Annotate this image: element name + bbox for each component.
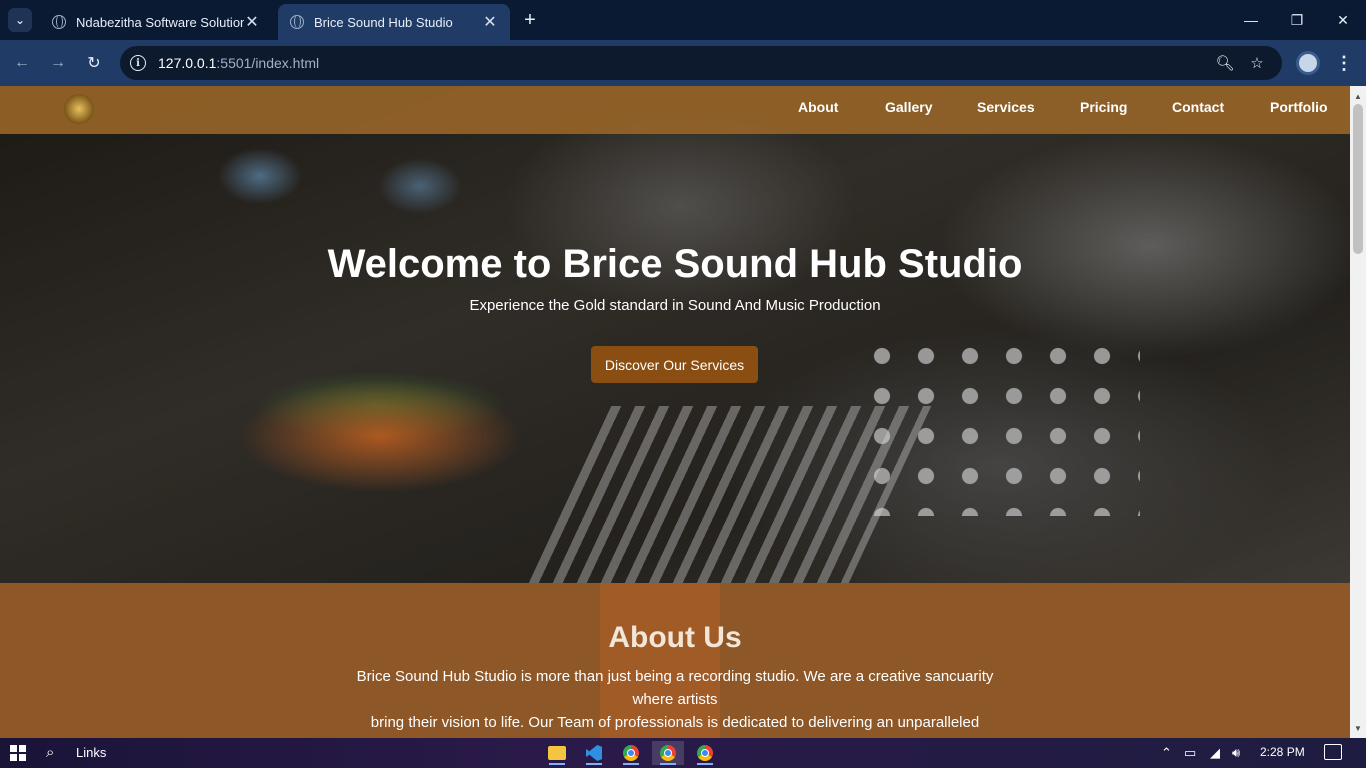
tab-title: Brice Sound Hub Studio [314,14,453,30]
zoom-icon[interactable]: 🔍︎ [1215,54,1234,72]
page-scrollbar[interactable]: ▲ ▼ [1350,86,1366,738]
wifi-icon[interactable]: ◢ [1210,745,1220,761]
minimize-icon[interactable]: — [1228,0,1274,40]
about-line: Brice Sound Hub Studio is more than just… [356,668,994,708]
tab-strip: ⌄ Ndabezitha Software Solutions ✕ Brice … [0,0,1366,40]
notification-icon[interactable] [1324,744,1342,760]
restore-icon[interactable]: ❐ [1274,0,1320,40]
about-text: Brice Sound Hub Studio is more than just… [340,665,1010,734]
hero-section: Welcome to Brice Sound Hub Studio Experi… [0,86,1350,583]
battery-icon[interactable]: ▭ [1184,745,1196,761]
tab-title: Ndabezitha Software Solutions [76,14,244,30]
close-tab-icon[interactable]: ✕ [482,12,498,32]
vscode-icon[interactable] [578,741,610,765]
nav-about[interactable]: About [798,99,838,115]
profile-avatar-icon[interactable] [1296,51,1320,75]
browser-menu-icon[interactable]: ⋮ [1334,51,1354,75]
scroll-down-icon[interactable]: ▼ [1350,720,1366,736]
url-text[interactable]: 127.0.0.1:5501/index.html [158,55,319,71]
page-viewport: About Gallery Services Pricing Contact P… [0,86,1350,738]
globe-icon [52,15,66,29]
nav-gallery[interactable]: Gallery [885,99,932,115]
chrome-icon[interactable] [615,741,647,765]
tab-ndabezitha[interactable]: Ndabezitha Software Solutions ✕ [40,4,272,40]
discover-services-button[interactable]: Discover Our Services [591,346,758,383]
back-icon[interactable]: ← [10,51,34,75]
windows-start-icon[interactable] [10,745,26,761]
about-title: About Us [608,621,742,654]
close-window-icon[interactable]: ✕ [1320,0,1366,40]
hero-title: Welcome to Brice Sound Hub Studio [327,242,1023,286]
bookmark-star-icon[interactable]: ☆ [1248,54,1266,72]
globe-icon [290,15,304,29]
close-tab-icon[interactable]: ✕ [244,12,260,32]
tab-search-icon[interactable]: ⌄ [8,8,32,32]
chrome-active-icon[interactable] [652,741,684,765]
tray-chevron-icon[interactable]: ⌃ [1161,745,1172,761]
forward-icon[interactable]: → [46,51,70,75]
reload-icon[interactable]: ↻ [82,51,106,75]
scroll-thumb[interactable] [1353,104,1363,254]
volume-icon[interactable]: 🔊︎ [1232,745,1240,761]
taskbar-clock[interactable]: 2:28 PM [1260,745,1305,759]
tab-brice-sound-hub[interactable]: Brice Sound Hub Studio ✕ [278,4,510,40]
nav-contact[interactable]: Contact [1172,99,1224,115]
about-section: About Us Brice Sound Hub Studio is more … [0,583,1350,738]
about-line: bring their vision to life. Our Team of … [370,714,980,731]
file-explorer-icon[interactable] [541,741,573,765]
scroll-up-icon[interactable]: ▲ [1350,88,1366,104]
browser-toolbar: ← → ↻ i 127.0.0.1:5501/index.html 🔍︎ ☆ ⋮ [0,40,1366,86]
new-tab-icon[interactable]: + [518,8,542,32]
hero-subtitle: Experience the Gold standard in Sound An… [469,297,881,314]
windows-taskbar: ⌕ Links ⌃ ▭ ◢ 🔊︎ 2:28 PM [0,738,1366,768]
studio-logo-icon[interactable] [64,94,94,124]
address-bar[interactable]: i 127.0.0.1:5501/index.html 🔍︎ ☆ [120,46,1282,80]
site-info-icon[interactable]: i [130,55,146,71]
chrome-profile-icon[interactable] [689,741,721,765]
search-icon[interactable]: ⌕ [46,744,64,762]
nav-services[interactable]: Services [977,99,1035,115]
site-navbar: About Gallery Services Pricing Contact P… [0,86,1350,134]
taskbar-search-label[interactable]: Links [76,745,106,760]
nav-portfolio[interactable]: Portfolio [1270,99,1328,115]
nav-pricing[interactable]: Pricing [1080,99,1127,115]
